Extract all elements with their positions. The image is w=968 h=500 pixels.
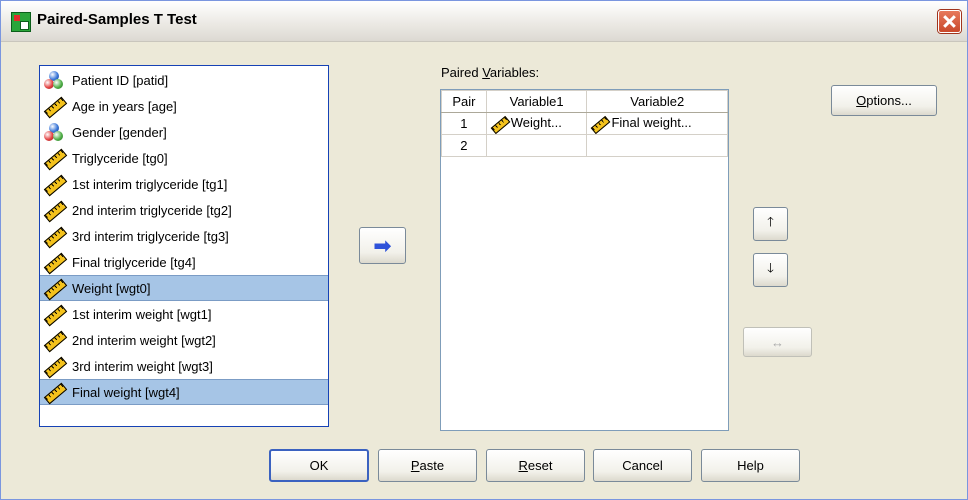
list-item-label: Final triglyceride [tg4] <box>72 254 196 270</box>
list-item[interactable]: Age in years [age] <box>40 93 328 119</box>
list-item[interactable]: 1st interim triglyceride [tg1] <box>40 171 328 197</box>
arrow-right-icon: ➡ <box>373 232 392 258</box>
scale-icon <box>42 356 68 379</box>
table-row[interactable]: 2 <box>441 134 728 157</box>
scale-icon <box>42 200 68 223</box>
list-item-label: 1st interim triglyceride [tg1] <box>72 176 228 192</box>
scale-icon <box>42 226 68 249</box>
nominal-icon <box>42 70 66 90</box>
arrow-up-icon: 🡑 <box>767 214 774 229</box>
list-item-label: Triglyceride [tg0] <box>72 150 168 166</box>
reset-button[interactable]: Reset <box>486 449 585 482</box>
list-item[interactable]: Weight [wgt0] <box>40 275 328 301</box>
column-header-variable2: Variable2 <box>586 90 728 113</box>
move-up-button[interactable]: 🡑 <box>753 207 788 241</box>
scale-icon <box>42 174 68 197</box>
swap-button[interactable]: ↔ <box>743 327 812 357</box>
scale-icon <box>42 278 68 301</box>
list-item[interactable]: 1st interim weight [wgt1] <box>40 301 328 327</box>
column-header-pair: Pair <box>441 90 487 113</box>
paired-variables-grid[interactable]: Pair Variable1 Variable2 1 Weight... Fin… <box>440 89 729 431</box>
ok-button[interactable]: OK <box>269 449 369 482</box>
swap-arrows-icon: ↔ <box>771 334 784 350</box>
scale-icon <box>42 252 68 275</box>
variable1-cell[interactable]: Weight... <box>485 112 588 135</box>
list-item-label: Patient ID [patid] <box>72 72 169 88</box>
source-variable-list[interactable]: Patient ID [patid] Age in years [age] Gend… <box>39 65 329 427</box>
pair-number: 2 <box>441 134 487 157</box>
scale-icon <box>42 304 68 327</box>
list-item[interactable]: Triglyceride [tg0] <box>40 145 328 171</box>
list-item[interactable]: Gender [gender] <box>40 119 328 145</box>
scale-icon <box>589 115 611 134</box>
nominal-icon <box>42 122 66 142</box>
move-to-paired-button[interactable]: ➡ <box>359 227 406 264</box>
scale-icon <box>42 330 68 353</box>
list-item-label: Weight [wgt0] <box>72 280 151 296</box>
list-item-label: 1st interim weight [wgt1] <box>72 306 212 322</box>
title-bar: Paired-Samples T Test <box>1 1 967 42</box>
list-item-label: 2nd interim triglyceride [tg2] <box>72 202 232 218</box>
list-item[interactable]: 3rd interim weight [wgt3] <box>40 353 328 379</box>
pair-number: 1 <box>441 112 487 135</box>
list-item-label: 3rd interim weight [wgt3] <box>72 358 213 374</box>
scale-icon <box>489 115 511 134</box>
list-item[interactable]: Patient ID [patid] <box>40 67 328 93</box>
list-item-label: Age in years [age] <box>72 98 177 114</box>
list-item-label: 2nd interim weight [wgt2] <box>72 332 216 348</box>
dialog-window: Paired-Samples T Test Patient ID [patid]… <box>0 0 968 500</box>
close-icon[interactable] <box>938 10 961 33</box>
move-down-button[interactable]: 🡓 <box>753 253 788 287</box>
app-icon <box>11 12 31 32</box>
column-header-variable1: Variable1 <box>485 90 588 113</box>
list-item-label: 3rd interim triglyceride [tg3] <box>72 228 229 244</box>
arrow-down-icon: 🡓 <box>767 260 774 275</box>
list-item[interactable]: 2nd interim triglyceride [tg2] <box>40 197 328 223</box>
variable2-cell[interactable] <box>586 134 728 157</box>
list-item-label: Final weight [wgt4] <box>72 384 180 400</box>
variable2-cell[interactable]: Final weight... <box>586 112 728 135</box>
paired-variables-label: Paired Variables: <box>441 65 540 80</box>
list-item[interactable]: Final weight [wgt4] <box>40 379 328 405</box>
paste-button[interactable]: Paste <box>378 449 477 482</box>
list-item[interactable]: Final triglyceride [tg4] <box>40 249 328 275</box>
scale-icon <box>42 148 68 171</box>
table-header-row: Pair Variable1 Variable2 <box>441 90 728 113</box>
list-item[interactable]: 2nd interim weight [wgt2] <box>40 327 328 353</box>
options-button[interactable]: Options... <box>831 85 937 116</box>
dialog-title: Paired-Samples T Test <box>37 11 197 28</box>
scale-icon <box>42 96 68 119</box>
paired-table: Pair Variable1 Variable2 1 Weight... Fin… <box>441 90 728 157</box>
table-row[interactable]: 1 Weight... Final weight... <box>441 112 728 135</box>
list-item[interactable]: 3rd interim triglyceride [tg3] <box>40 223 328 249</box>
variable1-cell[interactable] <box>485 134 588 157</box>
list-item-label: Gender [gender] <box>72 124 167 140</box>
help-button[interactable]: Help <box>701 449 800 482</box>
cancel-button[interactable]: Cancel <box>593 449 692 482</box>
scale-icon <box>42 382 68 405</box>
